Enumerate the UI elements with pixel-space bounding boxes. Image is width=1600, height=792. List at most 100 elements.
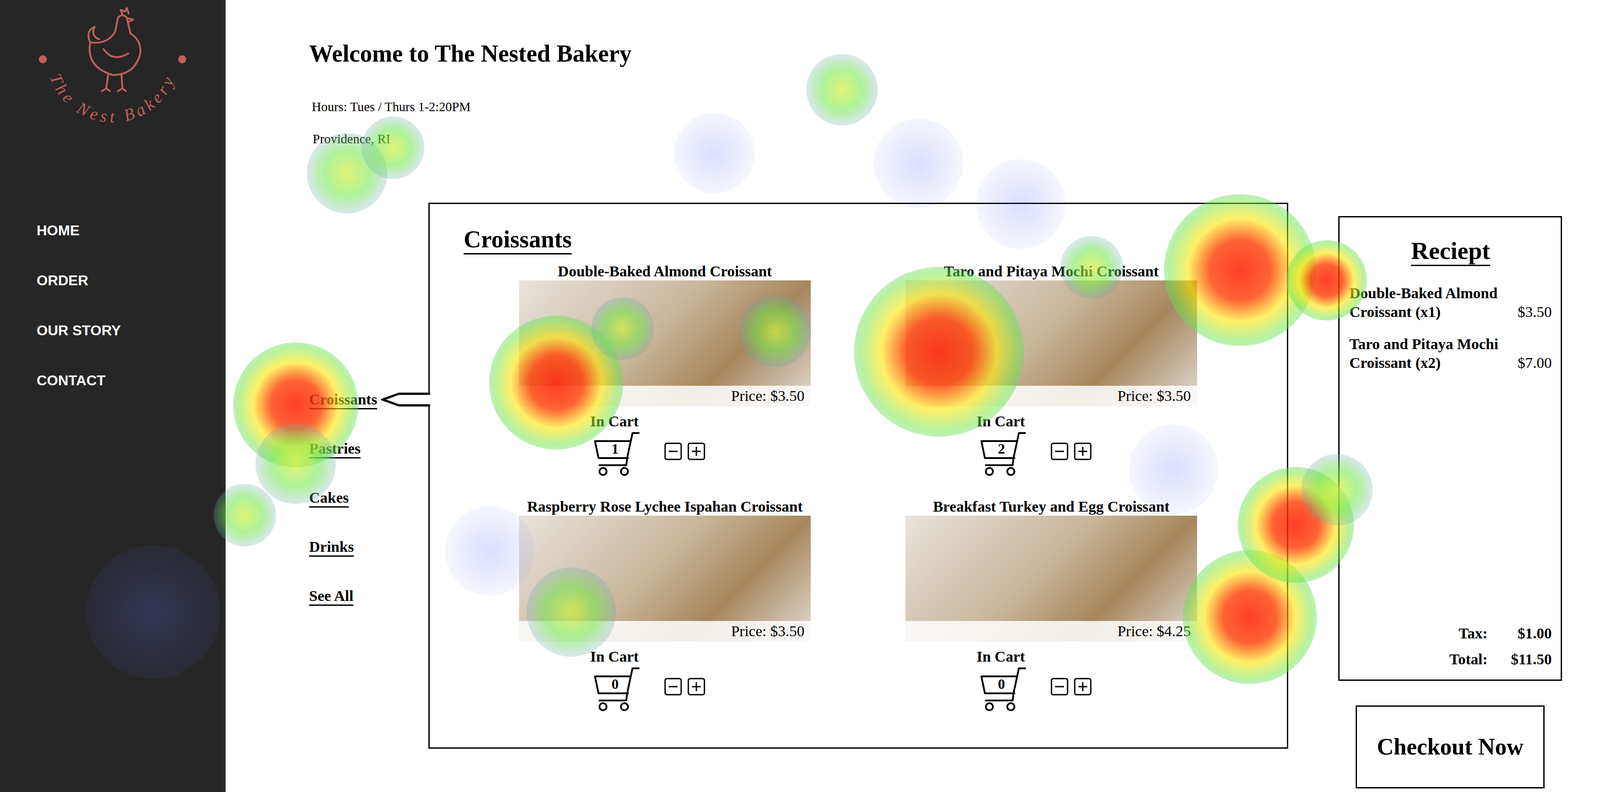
hours-text: Hours: Tues / Thurs 1-2:20PM [311,99,1600,115]
cart-status: In Cart 0 [588,648,641,714]
receipt-column: RecieptDouble-Baked Almond Croissant (x1… [1338,216,1563,789]
cart: 0 [975,665,1027,714]
heatmap-spot [489,315,624,450]
nav-item[interactable]: OUR STORY [36,321,226,340]
decrease-button[interactable] [664,678,683,696]
heatmap-spot [526,567,616,658]
receipt-item-name: Double-Baked Almond Croissant (x1) [1349,284,1511,322]
cart-count: 0 [990,675,1013,693]
receipt-item-name: Taro and Pitaya Mochi Croissant (x2) [1349,335,1511,373]
product-grid: Double-Baked Almond CroissantPrice: $3.5… [519,262,1287,714]
order-area: CroissantsPastriesCakesDrinksSee AllCroi… [309,202,1600,789]
heatmap-spot [255,423,336,505]
increase-button[interactable] [1073,678,1092,696]
minus-icon [1050,442,1069,461]
heatmap-spot [1060,236,1123,299]
receipt: RecieptDouble-Baked Almond Croissant (x1… [1338,216,1563,682]
product-card: Breakfast Turkey and Egg Croissant Price:… [905,498,1198,714]
cart-controls: In Cart0 [975,648,1092,714]
heatmap-spot [591,297,654,361]
price-label: Price: $3.50 [905,385,1198,407]
product-photo[interactable]: Price: $3.50 [519,280,811,407]
heatmap-spot [213,484,277,547]
product-card: Raspberry Rose Lychee Ispahan CroissantP… [519,498,811,714]
page-title: Welcome to The Nested Bakery [309,39,1600,68]
cart: 2 [975,430,1027,479]
category-label[interactable]: Pastries [309,440,361,458]
product-name: Taro and Pitaya Mochi Croissant [943,262,1159,281]
cart-status: In Cart0 [975,648,1027,714]
product-photo[interactable]: Price: $3.50 [519,515,811,642]
product-photo[interactable]: Price: $3.50 [905,280,1198,407]
cart-status: In Cart1 [588,412,641,479]
product-card: Taro and Pitaya Mochi Croissant Price: $3… [905,262,1198,479]
product-name: Breakfast Turkey and Egg Croissant [933,498,1170,516]
cart-controls: In Cart 2 [975,412,1092,479]
heatmap-spot [739,295,812,368]
heatmap-spot [806,54,878,126]
product-photo[interactable]: Price: $4.25 [905,515,1198,642]
in-cart-label: In Cart [590,412,639,431]
category-item[interactable]: Croissants [309,390,429,410]
category-label[interactable]: Croissants [309,391,377,409]
heatmap-spot [873,118,964,209]
total-value: $11.50 [1510,650,1552,670]
receipt-item: Taro and Pitaya Mochi Croissant (x2) $7.0… [1349,335,1552,373]
receipt-item-price: $3.50 [1517,302,1553,322]
bakery-page: The Nest Bakery HOME ORDER OUR STORY CONTACT… [0,0,1600,792]
svg-text:The Nest Bakery: The Nest Bakery [46,71,179,127]
tax-label: Tax: [1449,624,1488,644]
category-label[interactable]: Drinks [309,538,354,556]
product-card: Double-Baked Almond CroissantPrice: $3.5… [519,262,811,479]
category-label[interactable]: Cakes [309,489,349,507]
in-cart-label: In Cart [976,412,1026,431]
nav-item[interactable]: CONTACT [36,371,226,390]
category-item[interactable]: Drinks [309,537,429,557]
increase-button[interactable] [687,442,706,461]
increase-button[interactable] [687,678,706,696]
total-label: Total: [1449,650,1488,670]
minus-icon [1050,678,1069,696]
category-item[interactable]: Pastries [309,439,429,459]
heatmap-spot [445,506,535,596]
receipt-totals: Tax: $1.00 Total: $11.50 [1449,624,1552,670]
in-cart-label: In Cart [590,648,639,666]
minus-icon [664,442,683,461]
heatmap-overlay [0,0,1600,792]
decrease-button[interactable] [1050,442,1069,461]
heatmap-spot [233,342,359,468]
heatmap-spot [1128,424,1219,515]
main-content: Welcome to The Nested Bakery Hours: Tues … [225,0,1600,792]
price-label: Price: $3.50 [519,621,811,642]
section-title: Croissants [463,225,572,255]
category-list: Croissants Pastries Cakes Drinks See All [309,202,429,606]
price-label: Price: $3.50 [519,385,811,407]
category-label[interactable]: See All [309,587,354,605]
heatmap-spot [1182,550,1317,685]
cart-controls: In Cart 0 [588,648,706,714]
minus-icon [664,678,683,696]
tax-value: $1.00 [1510,624,1552,644]
decrease-button[interactable] [664,442,683,461]
checkout-button[interactable]: Checkout Now [1355,705,1545,789]
decrease-button[interactable] [1050,678,1069,696]
increase-button[interactable] [1073,442,1092,461]
nav-item[interactable]: ORDER [36,271,226,290]
heatmap-spot [1301,454,1373,526]
heatmap-spot [361,116,425,180]
category-item[interactable]: Cakes [309,488,429,508]
plus-icon [687,678,706,696]
price-label: Price: $4.25 [905,621,1198,642]
heatmap-spot [1237,467,1354,584]
product-panel: Croissants Double-Baked Almond CroissantP… [428,202,1289,750]
logo-icon[interactable]: The Nest Bakery [23,0,202,135]
heatmap-spot [1164,194,1316,347]
category-item[interactable]: See All [309,586,429,606]
receipt-item-price: $7.00 [1517,353,1553,373]
cart-count: 2 [990,440,1013,458]
cart-count: 0 [603,675,627,693]
sidebar: The Nest Bakery HOME ORDER OUR STORY CONTACT [0,0,226,792]
heatmap-spot [1286,240,1367,321]
heatmap-spot [86,545,221,680]
nav-item[interactable]: HOME [36,221,226,240]
